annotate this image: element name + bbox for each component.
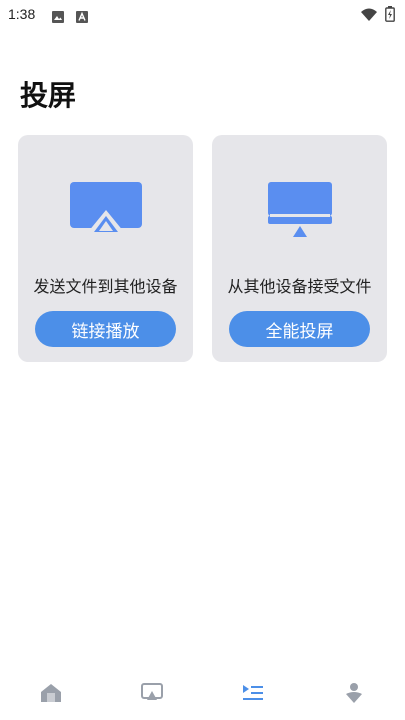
bottom-tab-bar <box>0 670 405 720</box>
playlist-icon <box>242 683 264 707</box>
battery-charging-icon <box>385 6 395 26</box>
screencast-all-button[interactable]: 全能投屏 <box>229 311 370 347</box>
screencast-icon <box>140 683 163 707</box>
tab-screencast[interactable] <box>132 675 172 715</box>
monitor-cast-icon <box>262 180 338 246</box>
receive-files-card: 从其他设备接受文件 全能投屏 <box>212 135 387 362</box>
status-time: 1:38 <box>8 6 36 22</box>
send-files-card: 发送文件到其他设备 链接播放 <box>18 135 193 362</box>
text-box-icon <box>76 8 88 23</box>
profile-icon <box>345 682 363 708</box>
image-icon <box>52 8 64 23</box>
page-title: 投屏 <box>20 79 77 112</box>
link-play-button[interactable]: 链接播放 <box>35 311 176 347</box>
tab-profile[interactable] <box>334 675 374 715</box>
wifi-icon <box>361 7 377 26</box>
receive-files-label: 从其他设备接受文件 <box>227 277 372 296</box>
tab-home[interactable] <box>31 675 71 715</box>
tab-playlist[interactable] <box>233 675 273 715</box>
airplay-icon <box>68 180 144 246</box>
home-icon <box>40 683 62 707</box>
send-files-label: 发送文件到其他设备 <box>33 277 178 296</box>
status-bar: 1:38 <box>0 0 405 30</box>
